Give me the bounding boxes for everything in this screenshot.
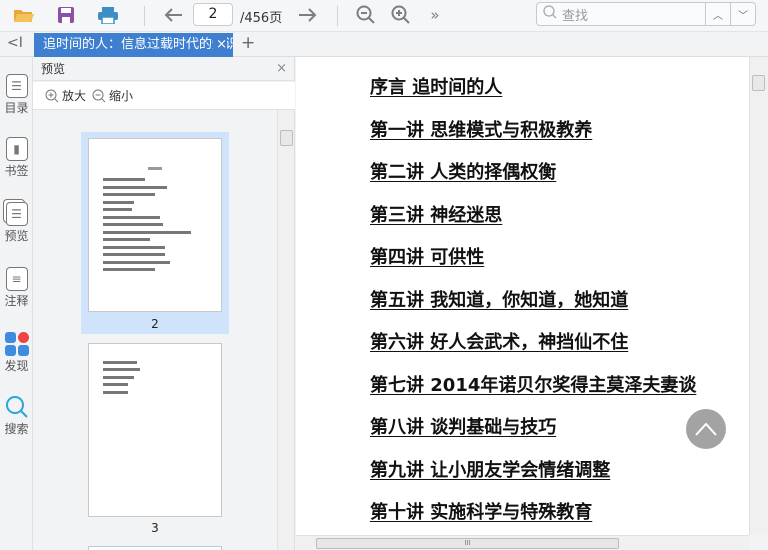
document-horizontal-scrollbar[interactable]: III bbox=[296, 535, 749, 550]
scrollbar-thumb[interactable] bbox=[280, 130, 293, 146]
rail-item-bookmarks[interactable]: ▮ 书签 bbox=[0, 137, 33, 179]
rail-item-preview[interactable]: ☰ 预览 bbox=[0, 202, 33, 244]
rail-item-discover[interactable]: 发现 bbox=[0, 332, 33, 374]
toc-entry[interactable]: 第三讲 神经迷思 bbox=[370, 201, 502, 227]
toc-entry[interactable]: 第四讲 可供性 bbox=[370, 243, 484, 269]
document-page: 序言 追时间的人第一讲 思维模式与积极教养 第二讲 人类的择偶权衡 第三讲 神经迷思… bbox=[296, 57, 749, 535]
search-next-button[interactable]: ﹀ bbox=[730, 3, 755, 25]
prev-page-icon[interactable] bbox=[161, 4, 185, 26]
toolbar: 2 /456页 » 查找 ︿ ﹀ bbox=[0, 0, 768, 32]
collapse-sidebar-button[interactable]: <I bbox=[7, 35, 23, 51]
toc-entry[interactable]: 第五讲 我知道，你知道，她知道 bbox=[370, 286, 628, 312]
document-tab[interactable]: 追时间的人：信息过载时代的知识 × bbox=[34, 33, 233, 57]
toc-entry[interactable]: 第九讲 让小朋友学会情绪调整 bbox=[370, 456, 610, 482]
note-icon: ≡ bbox=[5, 267, 28, 291]
bookmark-icon: ▮ bbox=[5, 137, 28, 161]
thumbnail-label: 2 bbox=[151, 317, 159, 331]
rail-item-toc[interactable]: ☰ 目录 bbox=[0, 74, 33, 116]
page-thumbnail-4[interactable] bbox=[88, 546, 222, 550]
zoom-in-icon[interactable] bbox=[389, 4, 413, 26]
toolbar-divider bbox=[144, 6, 145, 26]
scrollbar-thumb[interactable]: III bbox=[316, 538, 619, 549]
rail-label: 注释 bbox=[4, 294, 29, 308]
next-page-icon[interactable] bbox=[296, 4, 320, 26]
toc-entry[interactable]: 第七讲 2014年诺贝尔奖得主莫泽夫妻谈 bbox=[370, 371, 696, 397]
tab-close-button[interactable]: × bbox=[213, 33, 227, 57]
rail-label: 预览 bbox=[4, 229, 29, 243]
toc-entry[interactable]: 第六讲 好人会武术，神挡仙不住 bbox=[370, 328, 628, 354]
scrollbar-thumb[interactable] bbox=[752, 75, 765, 91]
side-rail: ☰ 目录 ▮ 书签 ☰ 预览 ≡ 注释 发现 搜索 bbox=[0, 57, 33, 550]
rail-label: 搜索 bbox=[4, 422, 29, 436]
page-number-input[interactable]: 2 bbox=[193, 3, 233, 26]
toc-entry[interactable]: 第一讲 思维模式与积极教养 bbox=[370, 116, 592, 142]
zoom-in-icon bbox=[45, 89, 59, 102]
page-thumbnail-2[interactable] bbox=[88, 138, 222, 312]
zoom-out-icon bbox=[92, 89, 106, 102]
panel-title: 预览 bbox=[41, 62, 66, 76]
search-icon bbox=[543, 5, 557, 23]
pages-icon: ☰ bbox=[5, 202, 28, 226]
thumbnail-label: 3 bbox=[151, 521, 159, 535]
search-prev-button[interactable]: ︿ bbox=[705, 3, 730, 25]
panel-close-button[interactable]: × bbox=[276, 57, 287, 81]
back-to-top-button[interactable] bbox=[686, 409, 726, 449]
toc-entry[interactable]: 第十讲 实施科学与特殊教育 bbox=[370, 498, 592, 524]
list-icon: ☰ bbox=[5, 74, 28, 98]
toolbar-divider bbox=[337, 6, 338, 26]
thumbnail-zoom-row: 放大 缩小 bbox=[33, 82, 295, 110]
save-icon[interactable] bbox=[54, 4, 78, 26]
thumbnail-list: 2 3 bbox=[33, 110, 277, 550]
page-total: /456页 bbox=[240, 11, 283, 26]
thumbnail-scrollbar[interactable] bbox=[277, 110, 294, 550]
tab-title: 追时间的人：信息过载时代的知识 bbox=[43, 37, 233, 52]
preview-panel: 预览 × 放大 缩小 2 3 bbox=[33, 57, 295, 550]
panel-header: 预览 × bbox=[33, 57, 295, 81]
apps-icon bbox=[4, 332, 29, 356]
rail-label: 发现 bbox=[4, 359, 29, 373]
thumb-zoom-in-button[interactable]: 放大 bbox=[45, 87, 86, 104]
open-folder-icon[interactable] bbox=[12, 4, 36, 26]
thumb-zoom-out-button[interactable]: 缩小 bbox=[92, 87, 133, 104]
page-thumbnail-3[interactable] bbox=[88, 343, 222, 517]
new-tab-button[interactable]: + bbox=[241, 33, 255, 53]
print-icon[interactable] bbox=[96, 4, 120, 26]
search-box[interactable]: 查找 ︿ ﹀ bbox=[536, 2, 756, 26]
tab-bar: <I 追时间的人：信息过载时代的知识 × + bbox=[0, 32, 768, 57]
search-input[interactable]: 查找 bbox=[562, 5, 588, 24]
more-tools-button[interactable]: » bbox=[423, 4, 447, 26]
toc-entry[interactable]: 序言 追时间的人 bbox=[370, 73, 502, 99]
toc-entry[interactable]: 第二讲 人类的择偶权衡 bbox=[370, 158, 556, 184]
rail-item-search[interactable]: 搜索 bbox=[0, 395, 33, 437]
search-icon bbox=[0, 395, 33, 420]
rail-label: 目录 bbox=[4, 101, 29, 115]
rail-item-notes[interactable]: ≡ 注释 bbox=[0, 267, 33, 309]
zoom-out-icon[interactable] bbox=[354, 4, 378, 26]
document-vertical-scrollbar[interactable] bbox=[749, 57, 768, 535]
toc-entry[interactable]: 第八讲 谈判基础与技巧 bbox=[370, 413, 556, 439]
chevron-up-icon bbox=[695, 422, 717, 436]
rail-label: 书签 bbox=[4, 164, 29, 178]
